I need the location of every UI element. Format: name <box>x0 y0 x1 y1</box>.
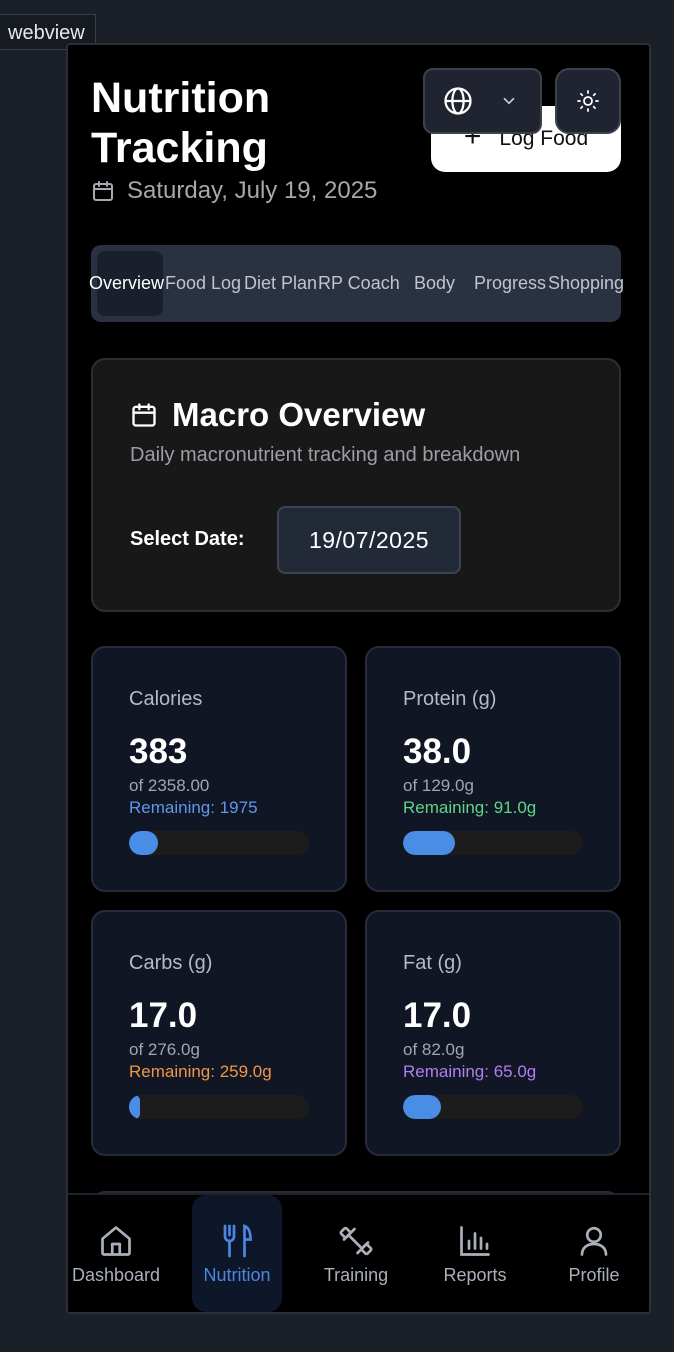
utensils-icon <box>223 1224 252 1258</box>
nav-label: Reports <box>443 1265 507 1285</box>
current-date: Saturday, July 19, 2025 <box>91 177 377 205</box>
tab-overview[interactable]: Overview <box>89 245 164 322</box>
stat-label: Protein (g) <box>403 688 497 710</box>
tab-progress[interactable]: Progress <box>474 245 546 322</box>
stat-label: Fat (g) <box>403 952 462 974</box>
stat-label: Carbs (g) <box>129 952 213 974</box>
nav-label: Profile <box>568 1265 620 1285</box>
stat-value: 383 <box>129 732 188 771</box>
stat-value: 17.0 <box>403 996 472 1035</box>
stat-value: 17.0 <box>129 996 198 1035</box>
nav-profile[interactable]: Profile <box>534 1223 649 1286</box>
nav-training[interactable]: Training <box>296 1223 416 1286</box>
stat-remaining: Remaining: 1975 <box>129 798 258 817</box>
home-icon <box>101 1226 131 1256</box>
stat-label: Calories <box>129 688 203 710</box>
carbs-card: Carbs (g) 17.0 of 276.0g Remaining: 259.… <box>91 910 347 1156</box>
sun-icon <box>577 90 599 112</box>
dumbbell-icon <box>339 1226 373 1256</box>
user-icon <box>580 1226 608 1256</box>
progress-bar <box>129 1095 309 1119</box>
bottom-navigation: Dashboard Nutrition Training Reports Pro… <box>68 1193 649 1312</box>
progress-bar-fill <box>403 831 456 855</box>
tab-shopping[interactable]: Shopping <box>548 245 624 322</box>
progress-bar <box>403 831 583 855</box>
stat-target: of 2358.00 <box>129 776 210 795</box>
nav-label: Training <box>323 1265 389 1285</box>
calendar-icon <box>93 181 113 201</box>
nav-dashboard[interactable]: Dashboard <box>68 1223 176 1286</box>
tab-rp-coach[interactable]: RP Coach <box>318 245 400 322</box>
tab-bar: Overview Food Log Diet Plan RP Coach Bod… <box>89 245 624 322</box>
chevron-down-icon <box>503 97 515 105</box>
progress-bar <box>129 831 309 855</box>
stat-value: 38.0 <box>403 732 472 771</box>
macro-overview-title-text: Macro Overview <box>172 396 426 433</box>
page-title: Nutrition Tracking <box>91 74 271 172</box>
progress-bar-fill <box>129 1095 140 1119</box>
language-selector[interactable] <box>423 68 542 134</box>
fat-card: Fat (g) 17.0 of 82.0g Remaining: 65.0g <box>365 910 621 1156</box>
nav-nutrition[interactable]: Nutrition <box>177 1223 297 1286</box>
progress-bar-fill <box>129 831 158 855</box>
calories-card: Calories 383 of 2358.00 Remaining: 1975 <box>91 646 347 892</box>
tab-diet-plan[interactable]: Diet Plan <box>244 245 317 322</box>
theme-toggle-button[interactable] <box>555 68 621 134</box>
calendar-icon <box>132 403 156 427</box>
app-window: Nutrition Tracking Saturday, July 19, 20… <box>66 43 651 1314</box>
protein-card: Protein (g) 38.0 of 129.0g Remaining: 91… <box>365 646 621 892</box>
nav-label: Dashboard <box>71 1265 161 1285</box>
select-date-label: Select Date: <box>130 528 245 550</box>
stat-remaining: Remaining: 65.0g <box>403 1062 537 1081</box>
stat-target: of 82.0g <box>403 1040 465 1059</box>
macro-overview-title: Macro Overview <box>130 396 425 434</box>
progress-bar <box>403 1095 583 1119</box>
tab-food-log[interactable]: Food Log <box>165 245 241 322</box>
macro-overview-card: Macro Overview Daily macronutrient track… <box>91 358 621 612</box>
stat-remaining: Remaining: 91.0g <box>403 798 537 817</box>
stat-target: of 276.0g <box>129 1040 200 1059</box>
nav-label: Nutrition <box>203 1265 271 1285</box>
tab-body[interactable]: Body <box>414 245 455 322</box>
globe-icon <box>444 87 472 115</box>
progress-bar-fill <box>403 1095 441 1119</box>
date-text: Saturday, July 19, 2025 <box>127 177 378 204</box>
nav-reports[interactable]: Reports <box>415 1223 535 1286</box>
stat-target: of 129.0g <box>403 776 474 795</box>
bar-chart-icon <box>460 1226 490 1256</box>
macro-overview-subtitle: Daily macronutrient tracking and breakdo… <box>130 444 521 466</box>
date-picker-input[interactable]: 19/07/2025 <box>277 506 461 574</box>
stat-remaining: Remaining: 259.0g <box>129 1062 272 1081</box>
